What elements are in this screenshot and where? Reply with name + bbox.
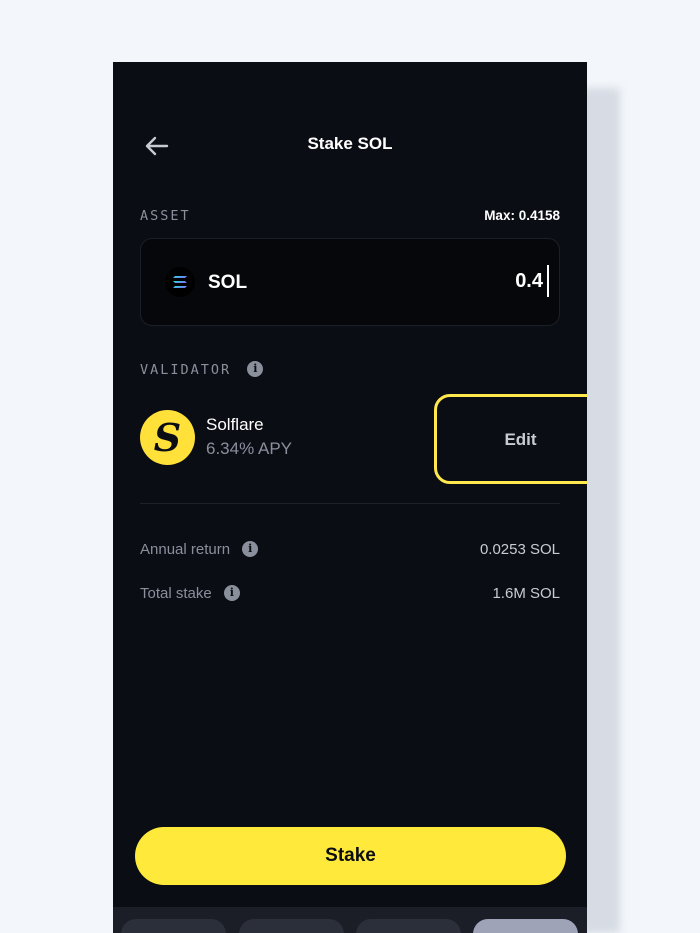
amount-input[interactable] xyxy=(343,261,543,301)
nav-tab-active[interactable] xyxy=(473,919,578,933)
svg-text:S: S xyxy=(154,415,181,460)
validator-name: Solflare xyxy=(206,415,264,434)
validator-section-label: VALIDATOR i xyxy=(140,360,264,378)
info-icon[interactable]: i xyxy=(223,585,240,602)
total-stake-value: 1.6M SOL xyxy=(492,585,560,602)
info-icon[interactable]: i xyxy=(242,541,259,558)
nav-tab[interactable] xyxy=(121,919,226,933)
max-amount-button[interactable]: Max: 0.4158 xyxy=(484,208,560,223)
nav-tab[interactable] xyxy=(356,919,461,933)
info-icon[interactable]: i xyxy=(247,360,264,377)
stake-screen: Stake SOL ASSET Max: 0.4158 SOL VALIDATO… xyxy=(113,62,587,933)
annual-return-value: 0.0253 SOL xyxy=(479,541,560,558)
token-select[interactable] xyxy=(165,267,195,297)
edit-validator-button[interactable]: Edit xyxy=(434,394,587,484)
text-cursor xyxy=(547,265,549,297)
total-stake-text: Total stake xyxy=(140,585,212,602)
bottom-navigation xyxy=(113,907,587,933)
solflare-logo-icon: S xyxy=(154,415,181,460)
asset-amount-field: SOL xyxy=(140,238,560,326)
stake-button[interactable]: Stake xyxy=(135,827,566,885)
asset-section-label: ASSET xyxy=(140,208,191,224)
annual-return-label: Annual return i xyxy=(140,541,259,558)
nav-tab[interactable] xyxy=(239,919,344,933)
total-stake-label: Total stake i xyxy=(140,585,240,602)
validator-apy: 6.34% APY xyxy=(206,439,293,458)
page-title: Stake SOL xyxy=(307,134,393,153)
edit-label: Edit xyxy=(504,430,537,449)
validator-logo: S xyxy=(140,410,195,465)
validator-section-text: VALIDATOR xyxy=(140,362,232,378)
annual-return-text: Annual return xyxy=(140,541,231,558)
solana-logo-icon xyxy=(173,276,187,288)
token-name: SOL xyxy=(208,272,248,293)
divider xyxy=(140,503,560,504)
